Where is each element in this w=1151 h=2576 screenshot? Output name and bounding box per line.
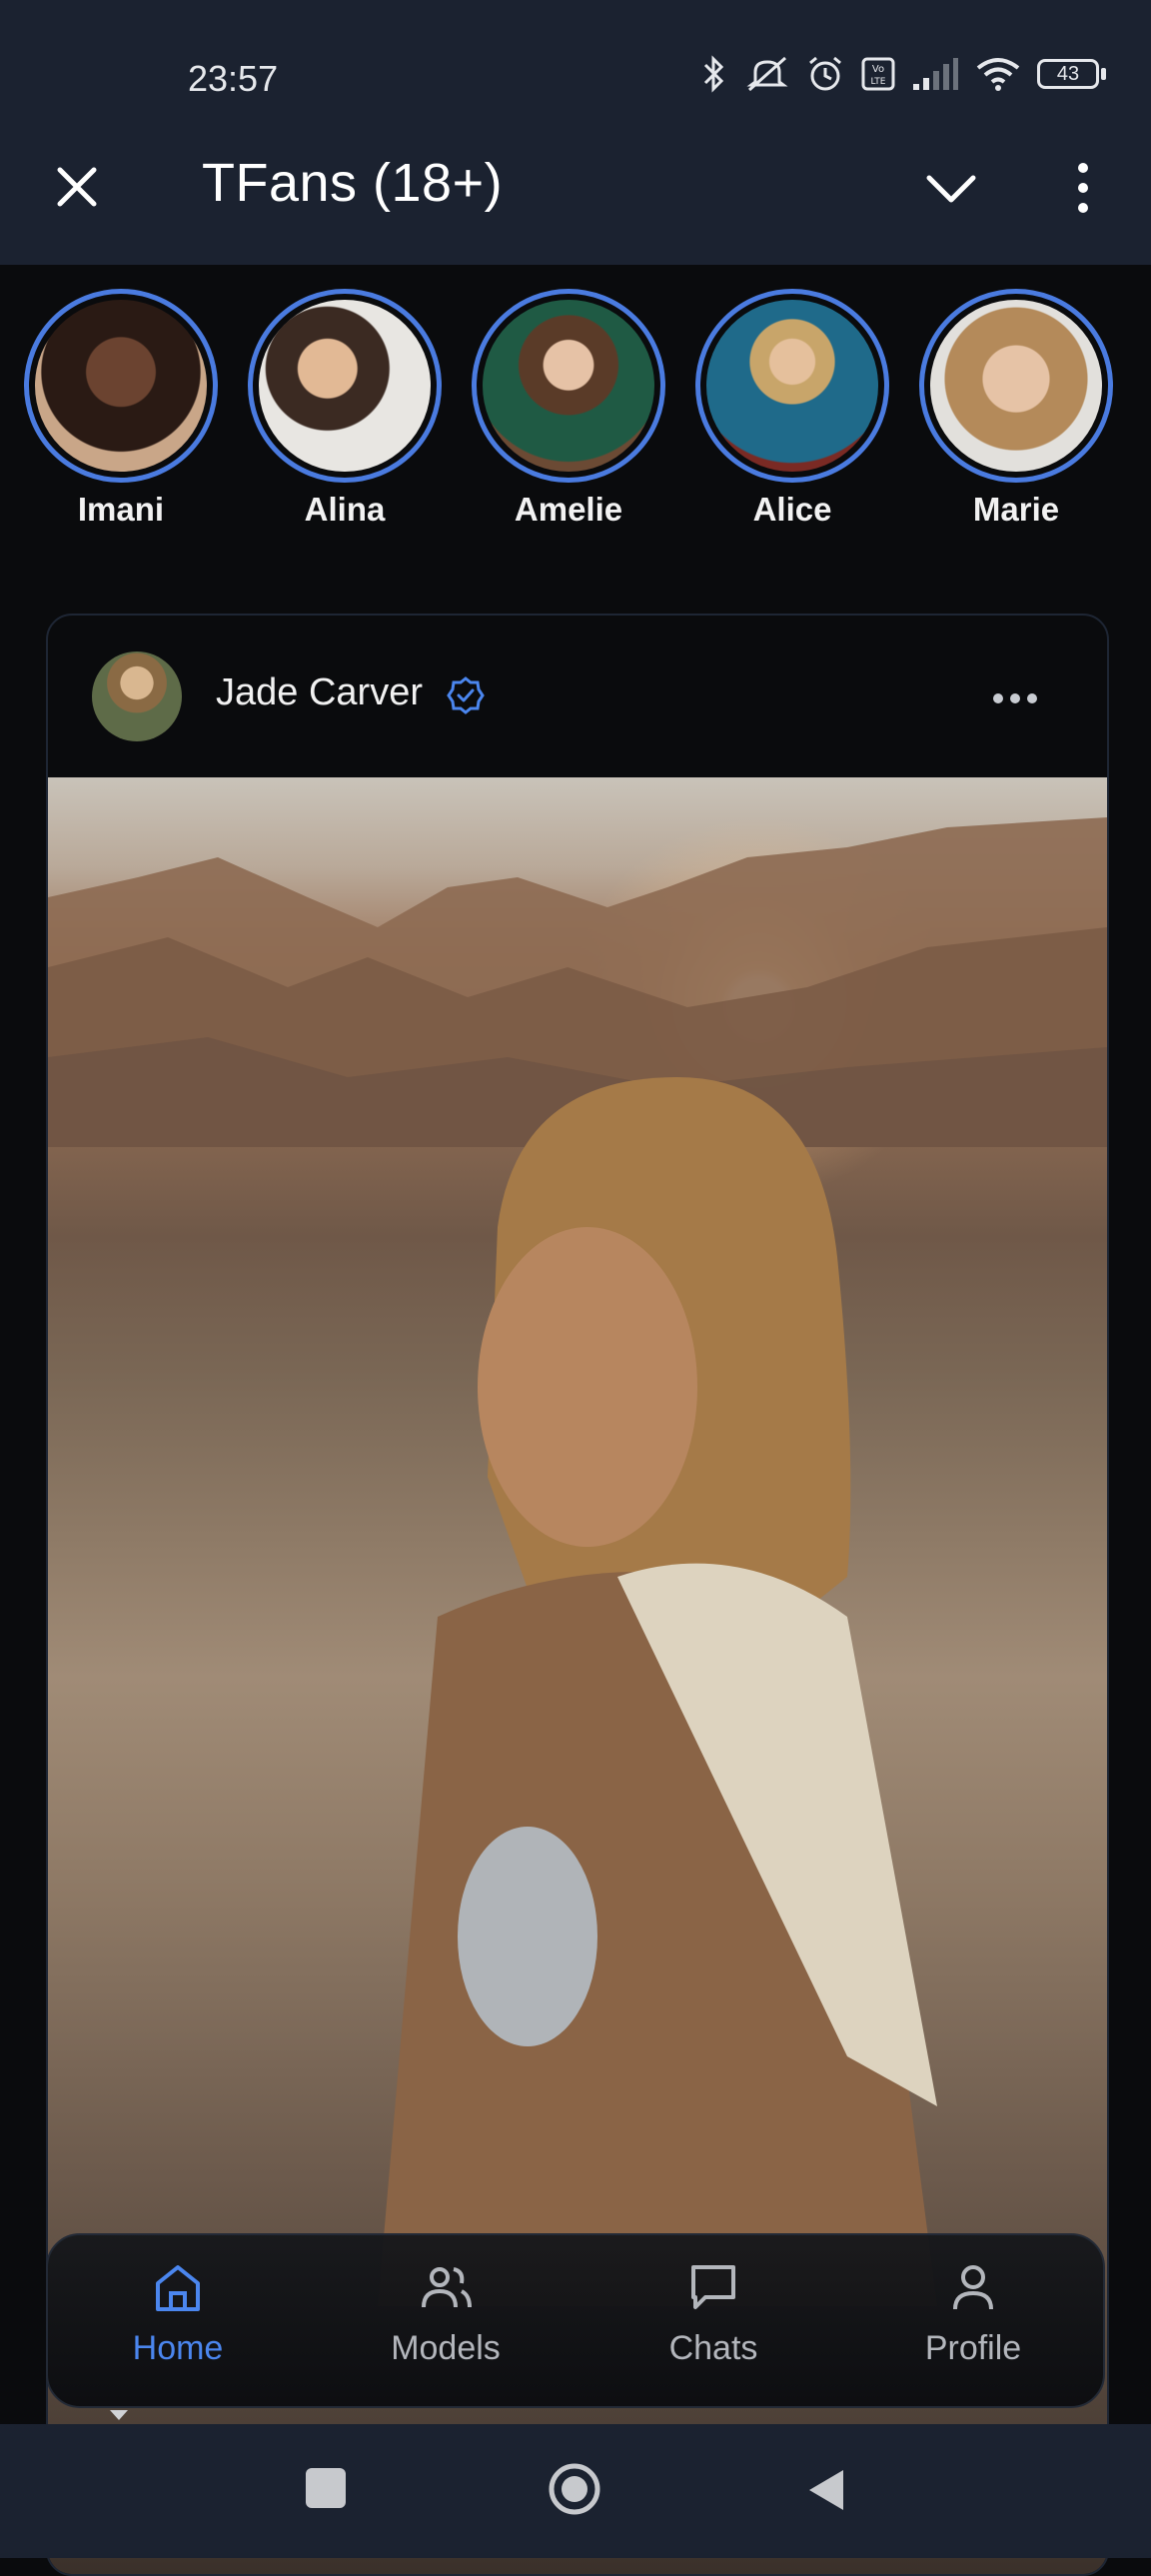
chevron-down-icon[interactable] bbox=[921, 164, 981, 212]
back-button[interactable] bbox=[805, 2468, 845, 2512]
top-bar bbox=[0, 0, 1151, 265]
alarm-icon bbox=[809, 56, 841, 91]
stories-row: Imani Alina Amelie Alice Marie bbox=[0, 265, 1151, 565]
story-avatar bbox=[930, 300, 1102, 472]
author-name[interactable]: Jade Carver bbox=[216, 671, 423, 714]
home-icon bbox=[156, 2265, 200, 2311]
story-name: Alina bbox=[304, 491, 386, 528]
story-ring bbox=[919, 289, 1113, 483]
bluetooth-icon bbox=[703, 55, 724, 93]
story-ring bbox=[695, 289, 889, 483]
close-icon[interactable] bbox=[52, 162, 102, 212]
nav-label: Models bbox=[391, 2329, 501, 2367]
person-icon bbox=[953, 2265, 993, 2310]
story-avatar bbox=[483, 300, 654, 472]
nav-home[interactable]: Home bbox=[78, 2257, 278, 2368]
story-name: Alice bbox=[752, 491, 832, 528]
story-item[interactable]: Alina bbox=[245, 289, 445, 529]
person-figure bbox=[378, 1077, 937, 2306]
battery-icon: 43 bbox=[1037, 57, 1107, 91]
battery-level: 43 bbox=[1056, 63, 1080, 85]
story-name: Imani bbox=[77, 491, 165, 528]
story-item[interactable]: Imani bbox=[21, 289, 221, 529]
chat-icon bbox=[691, 2265, 735, 2309]
story-ring bbox=[24, 289, 218, 483]
nav-profile[interactable]: Profile bbox=[873, 2257, 1073, 2368]
story-name: Marie bbox=[972, 491, 1060, 528]
story-avatar bbox=[706, 300, 878, 472]
verified-badge-icon bbox=[447, 676, 485, 714]
post-header: Jade Carver bbox=[48, 616, 1107, 777]
volte-icon: Vo LTE bbox=[861, 57, 895, 91]
story-name: Amelie bbox=[514, 491, 623, 528]
story-avatar bbox=[259, 300, 431, 472]
story-item[interactable]: Marie bbox=[916, 289, 1116, 529]
nav-label: Chats bbox=[668, 2329, 758, 2367]
more-vert-icon[interactable] bbox=[1063, 160, 1103, 216]
story-item[interactable]: Amelie bbox=[469, 289, 668, 529]
wifi-icon bbox=[976, 58, 1020, 91]
page-title: TFans (18+) bbox=[202, 153, 504, 213]
story-ring bbox=[472, 289, 665, 483]
mute-icon bbox=[746, 56, 788, 92]
caret-down-icon bbox=[110, 2410, 128, 2420]
status-icons: Vo LTE 43 bbox=[699, 54, 1107, 94]
status-time: 23:57 bbox=[188, 58, 279, 99]
story-ring bbox=[248, 289, 442, 483]
users-icon bbox=[422, 2267, 472, 2308]
nav-chats[interactable]: Chats bbox=[613, 2257, 813, 2368]
story-item[interactable]: Alice bbox=[692, 289, 892, 529]
nav-label: Home bbox=[132, 2329, 224, 2367]
svg-text:LTE: LTE bbox=[871, 77, 886, 87]
bottom-nav: Home Models Chats Profile bbox=[46, 2233, 1105, 2408]
more-horiz-icon[interactable] bbox=[991, 691, 1039, 705]
nav-models[interactable]: Models bbox=[346, 2257, 546, 2368]
author-avatar[interactable] bbox=[92, 651, 182, 741]
home-button[interactable] bbox=[548, 2462, 601, 2516]
signal-icon bbox=[913, 58, 958, 90]
nav-label: Profile bbox=[924, 2329, 1022, 2367]
recents-button[interactable] bbox=[306, 2468, 346, 2508]
story-avatar bbox=[35, 300, 207, 472]
svg-text:Vo: Vo bbox=[872, 64, 884, 75]
